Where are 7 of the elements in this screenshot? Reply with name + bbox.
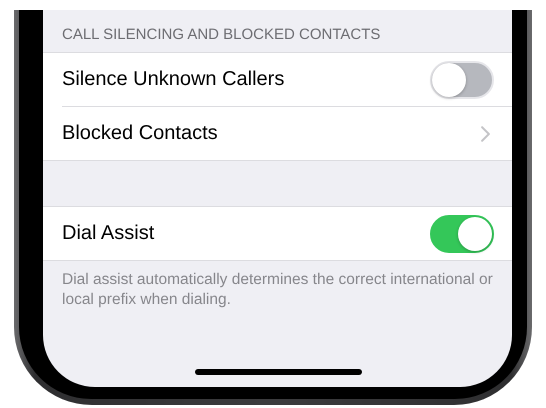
toggle-switch[interactable] (430, 214, 494, 252)
section-header: CALL SILENCING AND BLOCKED CONTACTS (61, 25, 382, 45)
chevron-icon[interactable] (481, 126, 490, 142)
row-label: Silence Unknown Callers (62, 68, 284, 91)
row-label: Blocked Contacts (62, 122, 218, 145)
row-label: Dial Assist (62, 222, 154, 245)
section-footer: Dial assist automatically determines the correct international or local prefix when dialing. (43, 261, 512, 319)
